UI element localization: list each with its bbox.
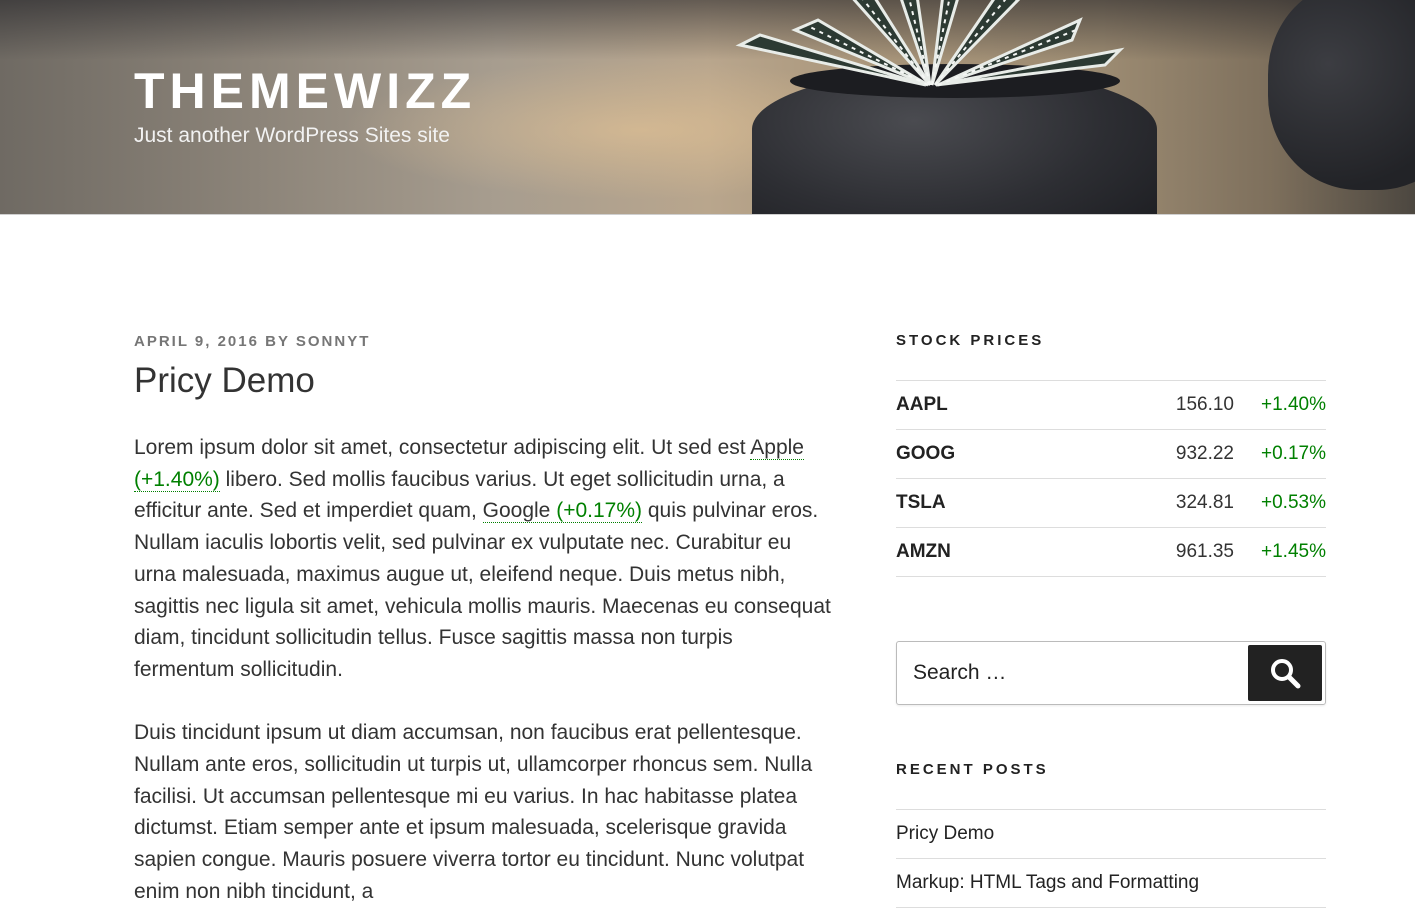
stock-price: 961.35 bbox=[1175, 541, 1234, 562]
stock-symbol: TSLA bbox=[896, 492, 946, 513]
search-input[interactable] bbox=[897, 642, 1247, 704]
post-author[interactable]: SONNYT bbox=[296, 333, 371, 350]
stock-symbol: AMZN bbox=[896, 541, 951, 562]
recent-post-item: Markup: HTML Tags and Formatting bbox=[896, 859, 1326, 908]
header-plant-image bbox=[735, 0, 1125, 87]
recent-post-item: Pricy Demo bbox=[896, 810, 1326, 859]
recent-posts-list: Pricy Demo Markup: HTML Tags and Formatt… bbox=[896, 809, 1326, 908]
site-description: Just another WordPress Sites site bbox=[134, 124, 450, 147]
site-title[interactable]: THEMEWIZZ bbox=[134, 64, 476, 118]
stock-symbol: GOOG bbox=[896, 443, 956, 464]
search-button[interactable] bbox=[1248, 645, 1322, 701]
stock-prices-widget-title: STOCK PRICES bbox=[896, 332, 1045, 349]
post-content: Lorem ipsum dolor sit amet, consectetur … bbox=[134, 432, 834, 910]
search-form bbox=[896, 641, 1326, 705]
post-date[interactable]: APRIL 9, 2016 bbox=[134, 333, 259, 350]
header-background-pot bbox=[1268, 0, 1415, 190]
post-by: BY bbox=[265, 333, 290, 350]
stock-link-name: Google bbox=[482, 499, 551, 523]
paragraph-text: quis pulvinar eros. Nullam iaculis lobor… bbox=[134, 499, 831, 681]
recent-post-link[interactable]: Markup: HTML Tags and Formatting bbox=[896, 872, 1199, 894]
post-paragraph-1: Lorem ipsum dolor sit amet, consectetur … bbox=[134, 432, 834, 686]
stock-link-name: Apple bbox=[750, 436, 804, 459]
recent-post-link[interactable]: Pricy Demo bbox=[896, 823, 994, 845]
stock-change: +1.40% bbox=[1261, 394, 1326, 415]
stock-change: +0.53% bbox=[1261, 492, 1326, 513]
stock-price: 156.10 bbox=[1175, 394, 1234, 415]
search-icon bbox=[1271, 659, 1301, 689]
stock-link-change: (+1.40%) bbox=[134, 467, 220, 491]
stock-change: +1.45% bbox=[1261, 541, 1326, 562]
stock-row: GOOG 932.22 +0.17% bbox=[896, 430, 1326, 479]
recent-posts-widget-title: RECENT POSTS bbox=[896, 761, 1049, 778]
stock-link-change: (+0.17%) bbox=[556, 499, 642, 523]
post-title: Pricy Demo bbox=[134, 361, 315, 400]
stock-row: AAPL 156.10 +1.40% bbox=[896, 381, 1326, 430]
stock-prices-table: AAPL 156.10 +1.40% GOOG 932.22 +0.17% TS… bbox=[896, 380, 1326, 577]
stock-symbol: AAPL bbox=[896, 394, 948, 415]
stock-row: AMZN 961.35 +1.45% bbox=[896, 528, 1326, 577]
stock-row: TSLA 324.81 +0.53% bbox=[896, 479, 1326, 528]
google-stock-link[interactable]: Google (+0.17%) bbox=[482, 499, 642, 524]
stock-price: 932.22 bbox=[1175, 443, 1234, 464]
paragraph-text: Lorem ipsum dolor sit amet, consectetur … bbox=[134, 436, 751, 459]
stock-change: +0.17% bbox=[1261, 443, 1326, 464]
stock-price: 324.81 bbox=[1175, 492, 1234, 513]
post-paragraph-2: Duis tincidunt ipsum ut diam accumsan, n… bbox=[134, 721, 813, 903]
site-header: THEMEWIZZ Just another WordPress Sites s… bbox=[0, 0, 1415, 215]
post-meta: APRIL 9, 2016 BY SONNYT bbox=[134, 332, 370, 352]
